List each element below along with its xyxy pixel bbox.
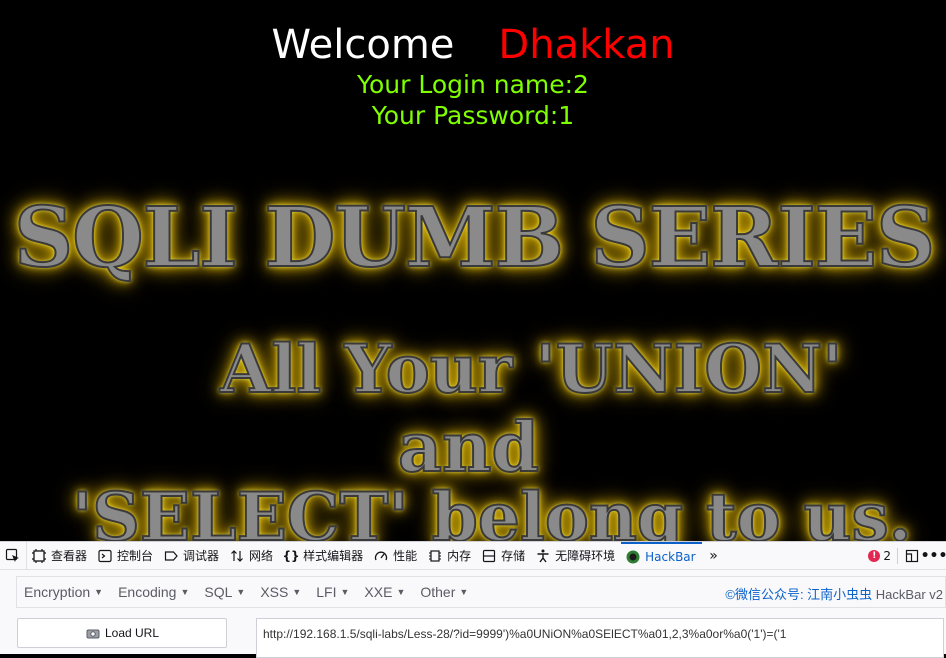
double-chevron-icon: »	[709, 547, 718, 564]
load-url-button[interactable]: Load URL	[17, 618, 227, 648]
banner-title: SQLI DUMB SERIES	[13, 189, 936, 287]
tab-style-editor[interactable]: {} 样式编辑器	[279, 542, 369, 569]
caret-down-icon: ▼	[292, 587, 302, 597]
caret-down-icon: ▼	[94, 587, 104, 597]
storage-icon	[481, 548, 497, 564]
toolbar-right: ! 2 •••	[868, 542, 946, 569]
page-content: Welcome Dhakkan Your Login name:2 Your Pa…	[0, 0, 946, 541]
hackbar-version: HackBar v2	[875, 587, 943, 602]
welcome-heading: Welcome Dhakkan	[0, 22, 946, 68]
caret-down-icon: ▼	[180, 587, 190, 597]
tab-label: 性能	[393, 549, 418, 563]
tab-hackbar[interactable]: HackBar	[621, 542, 702, 569]
dock-icon[interactable]	[904, 548, 920, 564]
tab-console[interactable]: 控制台	[93, 542, 159, 569]
url-input[interactable]: http://192.168.1.5/sqli-labs/Less-28/?id…	[256, 618, 944, 658]
tab-label: 样式编辑器	[303, 549, 364, 563]
tab-label: 控制台	[117, 549, 154, 563]
banner-and: and	[397, 407, 540, 489]
banner-union: All Your 'UNION'	[219, 329, 843, 409]
welcome-text: Welcome	[271, 22, 455, 68]
hackbar-menu: Encryption ▼ Encoding ▼ SQL ▼ XSS ▼ LFI ▼ XXE…	[16, 576, 946, 608]
tab-label: HackBar	[645, 549, 696, 564]
tab-label: 无障碍环境	[555, 549, 616, 563]
caret-down-icon: ▼	[396, 587, 406, 597]
caret-down-icon: ▼	[340, 587, 350, 597]
menu-sql[interactable]: SQL ▼	[197, 584, 253, 600]
menu-label: Encoding	[118, 584, 177, 600]
devtools-toolbar: 查看器 控制台 调试器 网络 {} 样式编辑器 性能 内存 存储 无障碍环境 H…	[0, 542, 946, 570]
debugger-icon	[163, 548, 179, 564]
performance-icon	[373, 548, 389, 564]
hackbar-icon	[625, 549, 641, 565]
menu-xss[interactable]: XSS ▼	[253, 584, 309, 600]
inspector-icon	[31, 548, 47, 564]
more-options-icon[interactable]: •••	[921, 548, 946, 564]
error-count: 2	[883, 548, 891, 563]
memory-icon	[427, 548, 443, 564]
tab-memory[interactable]: 内存	[423, 542, 477, 569]
banner-select: 'SELECT' belong to us.	[71, 477, 913, 541]
tab-label: 内存	[447, 549, 472, 563]
menu-other[interactable]: Other ▼	[413, 584, 476, 600]
brand-text: ©微信公众号: 江南小虫虫	[725, 587, 873, 602]
menu-label: Other	[420, 584, 456, 600]
login-name-text: Your Login name:2	[357, 70, 589, 99]
password-text: Your Password:1	[371, 101, 575, 130]
caret-down-icon: ▼	[459, 587, 469, 597]
console-icon	[97, 548, 113, 564]
tab-label: 查看器	[51, 549, 88, 563]
load-url-label: Load URL	[104, 626, 160, 640]
tab-performance[interactable]: 性能	[369, 542, 423, 569]
tab-label: 网络	[249, 549, 274, 563]
tab-storage[interactable]: 存储	[477, 542, 531, 569]
devtools-panel: 查看器 控制台 调试器 网络 {} 样式编辑器 性能 内存 存储 无障碍环境 H…	[0, 541, 946, 658]
element-picker-icon	[5, 548, 21, 564]
tab-network[interactable]: 网络	[225, 542, 279, 569]
error-count-button[interactable]: ! 2	[868, 549, 891, 563]
menu-lfi[interactable]: LFI ▼	[309, 584, 357, 600]
menu-label: Encryption	[24, 584, 91, 600]
menu-label: LFI	[316, 584, 337, 600]
tab-label: 调试器	[183, 549, 220, 563]
menu-label: XSS	[260, 584, 289, 600]
element-picker-button[interactable]	[0, 542, 27, 569]
menu-xxe[interactable]: XXE ▼	[357, 584, 413, 600]
menu-encoding[interactable]: Encoding ▼	[111, 584, 197, 600]
hackbar-brand: ©微信公众号: 江南小虫虫 HackBar v2	[725, 584, 943, 603]
error-icon: !	[868, 549, 881, 562]
tab-debugger[interactable]: 调试器	[159, 542, 225, 569]
caret-down-icon: ▼	[236, 587, 246, 597]
style-editor-icon: {}	[282, 548, 300, 563]
tab-inspector[interactable]: 查看器	[27, 542, 93, 569]
accessibility-icon	[535, 548, 551, 564]
tab-accessibility[interactable]: 无障碍环境	[531, 542, 621, 569]
more-tabs-button[interactable]: »	[702, 542, 728, 569]
user-name: Dhakkan	[498, 22, 675, 68]
tab-label: 存储	[501, 549, 526, 563]
menu-label: SQL	[204, 584, 233, 600]
menu-encryption[interactable]: Encryption ▼	[17, 584, 111, 600]
network-icon	[229, 548, 245, 564]
load-url-icon	[85, 625, 101, 641]
menu-label: XXE	[364, 584, 393, 600]
